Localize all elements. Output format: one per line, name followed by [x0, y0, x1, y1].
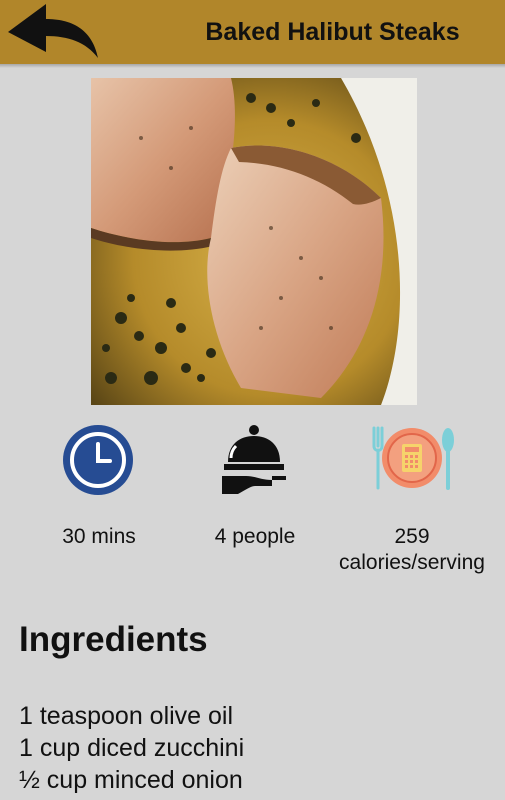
- ingredients-heading: Ingredients: [19, 620, 208, 659]
- calculator-plate-icon: [372, 426, 454, 490]
- app-header: Baked Halibut Steaks: [0, 0, 505, 64]
- list-item: ½ cup minced onion: [19, 766, 243, 794]
- calories-unit: calories/serving: [339, 551, 485, 574]
- recipe-photo: [91, 78, 417, 405]
- back-button[interactable]: [6, 2, 102, 62]
- list-item: 1 teaspoon olive oil: [19, 702, 234, 730]
- clock-icon: [63, 425, 133, 495]
- calories-label: 259 calories/serving: [326, 524, 498, 576]
- list-item: 1 cup diced zucchini: [19, 734, 245, 762]
- serving-cloche-icon: [222, 425, 286, 494]
- header-shadow: [0, 64, 505, 68]
- time-label: 30 mins: [62, 525, 136, 548]
- page-title: Baked Halibut Steaks: [205, 18, 460, 46]
- servings-label: 4 people: [214, 525, 296, 548]
- ingredients-list: 1 teaspoon olive oil 1 cup diced zucchin…: [19, 700, 495, 796]
- back-arrow-icon: [8, 4, 98, 58]
- calories-value: 259: [394, 525, 430, 548]
